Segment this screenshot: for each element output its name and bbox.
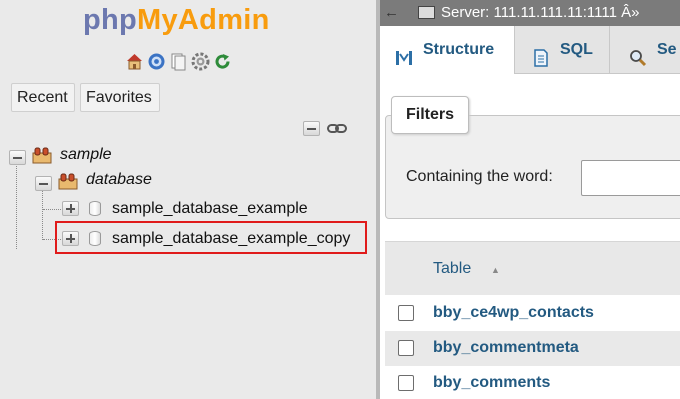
navigation-panel: phpMyAdmin Recent Favorites sample datab… [0,0,376,399]
database-icon [89,231,101,246]
tree-node-database[interactable]: database [86,171,152,189]
sql-icon [531,40,551,67]
table-row: bby_ce4wp_contacts [385,296,680,331]
expand-icon[interactable] [62,231,79,246]
reload-icon[interactable] [213,52,232,71]
tab-structure[interactable]: Structure [380,26,515,74]
settings-icon[interactable] [191,52,210,71]
expand-icon[interactable] [62,201,79,216]
link-icon[interactable] [327,121,347,136]
favorites-button[interactable]: Favorites [80,83,160,112]
row-checkbox[interactable] [398,340,414,356]
collapse-sample-icon[interactable] [9,150,26,165]
server-breadcrumb[interactable]: Server: 111.11.111.11:1111 Â» [441,0,639,26]
docs-icon[interactable] [169,52,188,71]
tab-bar: Structure SQL Se [380,26,680,74]
collapse-all-icon[interactable] [303,121,320,136]
database-icon [89,201,101,216]
recent-button[interactable]: Recent [11,83,75,112]
collapse-arrow-icon[interactable]: ← [384,0,399,26]
help-icon[interactable] [147,52,166,71]
logo-php-text: php [83,4,138,36]
tab-structure-label: Structure [423,41,495,58]
server-breadcrumb-bar: ← Server: 111.11.111.11:1111 Â» [380,0,680,26]
database-group-icon [32,146,52,164]
nav-icon-row [125,52,232,71]
row-checkbox[interactable] [398,305,414,321]
table-row: bby_commentmeta [385,331,680,366]
tree-line [43,209,63,210]
row-checkbox[interactable] [398,375,414,391]
tree-node-sample[interactable]: sample [60,146,112,164]
structure-icon [394,40,414,65]
main-panel: ← Server: 111.11.111.11:1111 Â» Structur… [380,0,680,399]
tree-node-sample-database-example-copy[interactable]: sample_database_example_copy [112,230,350,248]
table-name-link[interactable]: bby_comments [433,374,550,392]
filter-input[interactable] [581,160,680,196]
tab-sql-label: SQL [560,41,593,58]
tab-sql[interactable]: SQL [515,26,610,74]
sort-ascending-icon[interactable]: ▲ [491,265,500,275]
table-header-row [385,241,680,295]
tree-line [16,164,17,249]
database-group-icon [58,172,78,190]
search-icon [628,40,648,66]
server-icon [418,6,435,19]
tab-search-label: Se [657,41,677,58]
phpmyadmin-logo[interactable]: phpMyAdmin [83,4,270,37]
filters-legend: Filters [391,96,469,134]
table-name-link[interactable]: bby_ce4wp_contacts [433,304,594,322]
home-icon[interactable] [125,52,144,71]
collapse-database-icon[interactable] [35,176,52,191]
tab-search[interactable]: Se [610,26,680,74]
tree-node-sample-database-example[interactable]: sample_database_example [112,200,308,218]
table-column-header[interactable]: Table [433,260,471,278]
table-name-link[interactable]: bby_commentmeta [433,339,579,357]
tree-line [42,190,43,240]
logo-myadmin-text: MyAdmin [137,4,270,36]
table-row: bby_comments [385,366,680,399]
filter-label: Containing the word: [406,168,553,185]
